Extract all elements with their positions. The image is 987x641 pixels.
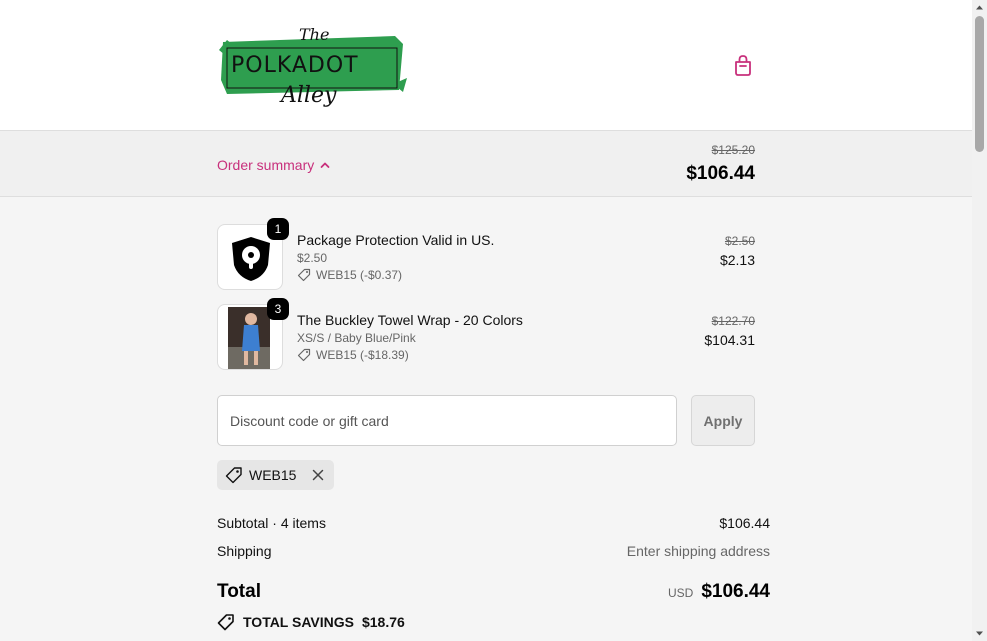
total-amount: $106.44 bbox=[701, 581, 770, 602]
summary-original-total: $125.20 bbox=[711, 143, 755, 157]
item-original-price: $2.50 bbox=[724, 234, 755, 248]
close-icon bbox=[313, 469, 324, 481]
apply-discount-button[interactable]: Apply bbox=[691, 395, 755, 446]
scroll-up-arrow-icon[interactable] bbox=[975, 3, 984, 12]
scroll-down-arrow-icon[interactable] bbox=[975, 629, 984, 638]
item-variant: $2.50 bbox=[297, 251, 328, 265]
tag-icon bbox=[297, 348, 311, 362]
total-savings-value: $18.76 bbox=[361, 614, 405, 630]
chevron-up-icon bbox=[320, 162, 330, 168]
summary-total: $106.44 bbox=[686, 163, 755, 184]
line-item: 3 The Buckley Towel Wrap - 20 Colors XS/… bbox=[217, 298, 755, 370]
total-value: USD $106.44 bbox=[668, 581, 770, 603]
applied-discount-chip: WEB15 bbox=[217, 460, 335, 490]
total-label: Total bbox=[217, 581, 261, 602]
item-original-price: $122.70 bbox=[711, 314, 755, 328]
order-summary-bar: Order summary $125.20 $106.44 bbox=[0, 131, 972, 197]
item-variant: XS/S / Baby Blue/Pink bbox=[297, 331, 416, 345]
tag-icon bbox=[217, 614, 234, 631]
item-price: $104.31 bbox=[704, 332, 755, 348]
total-savings: TOTAL SAVINGS $18.76 bbox=[217, 613, 405, 631]
item-discount-label: WEB15 (-$18.39) bbox=[316, 348, 409, 362]
total-savings-label: TOTAL SAVINGS bbox=[243, 614, 354, 630]
subtotal-label: Subtotal · 4 items bbox=[217, 515, 326, 531]
scrollbar-thumb[interactable] bbox=[975, 16, 984, 152]
shipping-label: Shipping bbox=[217, 543, 272, 559]
logo-line-polkadot: POLKADOT bbox=[231, 53, 359, 78]
line-item: 1 Package Protection Valid in US. $2.50 … bbox=[217, 218, 755, 290]
item-price: $2.13 bbox=[719, 252, 755, 268]
logo-line-alley: Alley bbox=[279, 83, 337, 108]
tag-icon bbox=[225, 467, 242, 484]
item-name: The Buckley Towel Wrap - 20 Colors bbox=[297, 312, 523, 328]
shipping-value: Enter shipping address bbox=[626, 543, 770, 559]
page-scrollbar[interactable] bbox=[972, 0, 987, 641]
item-name: Package Protection Valid in US. bbox=[297, 232, 495, 248]
applied-discount-code: WEB15 bbox=[249, 467, 297, 483]
discount-code-input[interactable] bbox=[217, 395, 677, 446]
total-currency: USD bbox=[667, 586, 694, 600]
quantity-badge: 1 bbox=[267, 218, 289, 240]
logo-line-the: The bbox=[299, 25, 329, 44]
polkadot-alley-logo[interactable]: The POLKADOT Alley bbox=[217, 20, 427, 112]
subtotal-value: $106.44 bbox=[719, 515, 770, 531]
order-summary-toggle[interactable]: Order summary bbox=[217, 157, 330, 173]
order-summary-label: Order summary bbox=[217, 157, 315, 173]
item-discount: WEB15 (-$18.39) bbox=[297, 348, 409, 362]
site-header: The POLKADOT Alley bbox=[0, 0, 972, 131]
item-discount: WEB15 (-$0.37) bbox=[297, 268, 402, 282]
quantity-badge: 3 bbox=[267, 298, 289, 320]
item-discount-label: WEB15 (-$0.37) bbox=[316, 268, 403, 282]
remove-discount-button[interactable] bbox=[310, 467, 326, 483]
shopping-bag-icon[interactable] bbox=[731, 53, 755, 77]
tag-icon bbox=[297, 268, 311, 282]
